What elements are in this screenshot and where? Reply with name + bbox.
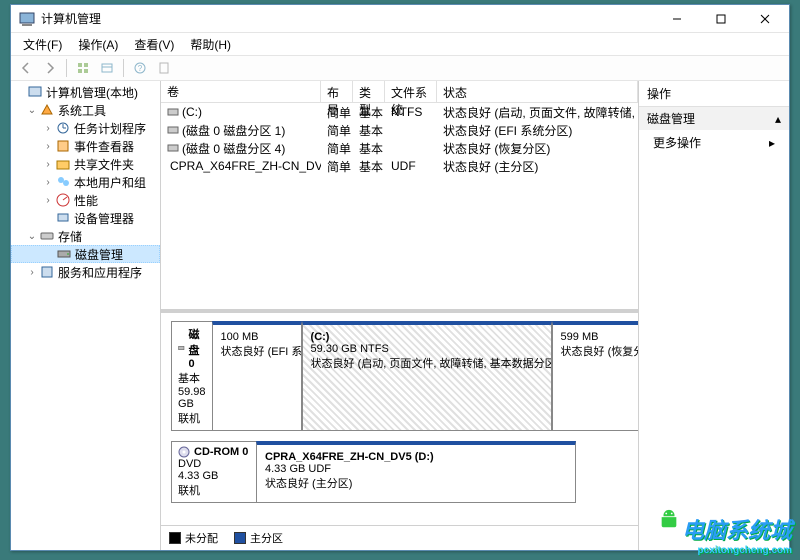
view-button[interactable] — [72, 57, 94, 79]
cdrom-0-info[interactable]: CD-ROM 0 DVD 4.33 GB 联机 — [171, 441, 256, 503]
volume-header: 卷 布局 类型 文件系统 状态 — [161, 81, 638, 103]
settings-button[interactable] — [153, 57, 175, 79]
help-button[interactable]: ? — [129, 57, 151, 79]
volume-list: 卷 布局 类型 文件系统 状态 (C:)简单基本NTFS状态良好 (启动, 页面… — [161, 81, 638, 313]
legend: 未分配 主分区 — [161, 525, 638, 550]
volume-row[interactable]: (C:)简单基本NTFS状态良好 (启动, 页面文件, 故障转储, 基本数据分区… — [161, 103, 638, 121]
disk-graph: 磁盘 0 基本 59.98 GB 联机 100 MB状态良好 (EFI 系统分区… — [161, 313, 638, 525]
volume-row[interactable]: CPRA_X64FRE_ZH-CN_DV5 (D:)简单基本UDF状态良好 (主… — [161, 157, 638, 175]
menu-file[interactable]: 文件(F) — [15, 34, 70, 55]
legend-primary: 主分区 — [234, 530, 283, 546]
actions-category[interactable]: 磁盘管理▴ — [639, 107, 789, 130]
col-volume[interactable]: 卷 — [161, 81, 321, 102]
refresh-button[interactable] — [96, 57, 118, 79]
menu-help[interactable]: 帮助(H) — [182, 34, 239, 55]
partition[interactable]: 599 MB状态良好 (恢复分区) — [552, 321, 638, 431]
menu-view[interactable]: 查看(V) — [126, 34, 182, 55]
actions-header: 操作 — [639, 81, 789, 107]
tree-system-tools[interactable]: ⌄系统工具 — [11, 101, 160, 119]
volume-row[interactable]: (磁盘 0 磁盘分区 1)简单基本状态良好 (EFI 系统分区) — [161, 121, 638, 139]
tree-performance[interactable]: ›性能 — [11, 191, 160, 209]
forward-button[interactable] — [39, 57, 61, 79]
titlebar: 计算机管理 — [11, 5, 789, 33]
watermark: 电脑系统城 pcxitongcheng.com — [682, 513, 792, 556]
col-layout[interactable]: 布局 — [321, 81, 353, 102]
col-fs[interactable]: 文件系统 — [385, 81, 437, 102]
actions-more[interactable]: 更多操作▸ — [639, 130, 789, 155]
cdrom-0: CD-ROM 0 DVD 4.33 GB 联机 CPRA_X64FRE_ZH-C… — [171, 441, 628, 503]
tree-storage[interactable]: ⌄存储 — [11, 227, 160, 245]
tree-device-manager[interactable]: 设备管理器 — [11, 209, 160, 227]
close-button[interactable] — [743, 6, 787, 32]
nav-tree: 计算机管理(本地) ⌄系统工具 ›任务计划程序 ›事件查看器 ›共享文件夹 ›本… — [11, 81, 161, 550]
disk-0-info[interactable]: 磁盘 0 基本 59.98 GB 联机 — [171, 321, 212, 431]
maximize-button[interactable] — [699, 6, 743, 32]
tree-event-viewer[interactable]: ›事件查看器 — [11, 137, 160, 155]
main-panel: 卷 布局 类型 文件系统 状态 (C:)简单基本NTFS状态良好 (启动, 页面… — [161, 81, 639, 550]
partition[interactable]: CPRA_X64FRE_ZH-CN_DV5 (D:)4.33 GB UDF状态良… — [256, 441, 576, 503]
menu-action[interactable]: 操作(A) — [70, 34, 126, 55]
tree-shared-folders[interactable]: ›共享文件夹 — [11, 155, 160, 173]
app-window: 计算机管理 文件(F) 操作(A) 查看(V) 帮助(H) ? 计算机管理(本地… — [10, 4, 790, 551]
partition[interactable]: (C:)59.30 GB NTFS状态良好 (启动, 页面文件, 故障转储, 基… — [302, 321, 552, 431]
partition[interactable]: 100 MB状态良好 (EFI 系统分区) — [212, 321, 302, 431]
actions-panel: 操作 磁盘管理▴ 更多操作▸ — [639, 81, 789, 550]
tree-task-scheduler[interactable]: ›任务计划程序 — [11, 119, 160, 137]
tree-local-users[interactable]: ›本地用户和组 — [11, 173, 160, 191]
disk-0: 磁盘 0 基本 59.98 GB 联机 100 MB状态良好 (EFI 系统分区… — [171, 321, 628, 431]
volume-row[interactable]: (磁盘 0 磁盘分区 4)简单基本状态良好 (恢复分区) — [161, 139, 638, 157]
col-status[interactable]: 状态 — [437, 81, 638, 102]
back-button[interactable] — [15, 57, 37, 79]
chevron-right-icon: ▸ — [769, 136, 775, 150]
col-type[interactable]: 类型 — [353, 81, 385, 102]
tree-services[interactable]: ›服务和应用程序 — [11, 263, 160, 281]
minimize-button[interactable] — [655, 6, 699, 32]
menubar: 文件(F) 操作(A) 查看(V) 帮助(H) — [11, 33, 789, 55]
app-icon — [19, 11, 35, 27]
tree-disk-management[interactable]: 磁盘管理 — [11, 245, 160, 263]
toolbar: ? — [11, 55, 789, 81]
android-icon — [658, 508, 680, 530]
legend-unallocated: 未分配 — [169, 530, 218, 546]
window-title: 计算机管理 — [41, 10, 655, 27]
collapse-icon: ▴ — [775, 112, 781, 126]
tree-root[interactable]: 计算机管理(本地) — [11, 83, 160, 101]
svg-text:?: ? — [138, 64, 143, 73]
